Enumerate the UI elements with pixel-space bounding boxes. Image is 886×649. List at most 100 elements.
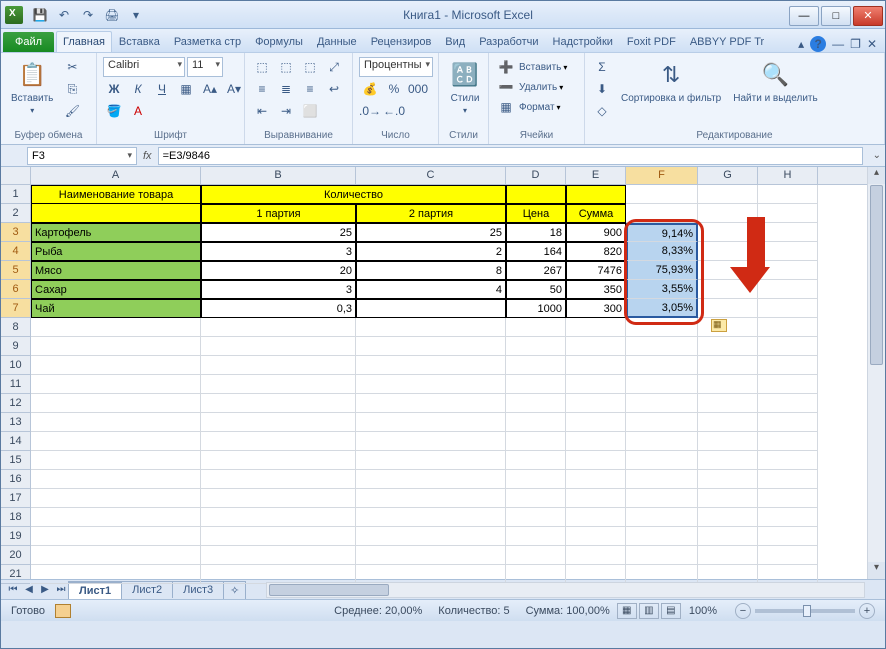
- cell[interactable]: [626, 451, 698, 470]
- cell[interactable]: 3: [201, 280, 356, 299]
- row-header-20[interactable]: 20: [1, 546, 30, 565]
- scroll-up-icon[interactable]: ▴: [868, 167, 885, 184]
- cell[interactable]: [356, 489, 506, 508]
- font-color-button[interactable]: A: [127, 101, 149, 121]
- cell[interactable]: [31, 413, 201, 432]
- cell[interactable]: [758, 470, 818, 489]
- cell[interactable]: [758, 451, 818, 470]
- cell[interactable]: 1 партия: [201, 204, 356, 223]
- cell[interactable]: [698, 375, 758, 394]
- cell[interactable]: [758, 375, 818, 394]
- expand-formula-icon[interactable]: ⌄: [873, 150, 881, 161]
- page-break-view-icon[interactable]: ▤: [661, 603, 681, 619]
- cell[interactable]: [698, 337, 758, 356]
- bold-button[interactable]: Ж: [103, 79, 125, 99]
- cell[interactable]: [31, 489, 201, 508]
- underline-button[interactable]: Ч: [151, 79, 173, 99]
- column-header-E[interactable]: E: [566, 167, 626, 184]
- cell[interactable]: [506, 546, 566, 565]
- row-header-3[interactable]: 3: [1, 223, 30, 242]
- cell[interactable]: 1000: [506, 299, 566, 318]
- cell[interactable]: [626, 527, 698, 546]
- cell[interactable]: [31, 451, 201, 470]
- cell[interactable]: [626, 337, 698, 356]
- cell[interactable]: [758, 356, 818, 375]
- align-bottom-icon[interactable]: ⬚: [299, 57, 321, 77]
- cell[interactable]: [506, 318, 566, 337]
- wrap-text-icon[interactable]: ↩: [323, 79, 345, 99]
- cell[interactable]: [31, 204, 201, 223]
- cell[interactable]: [626, 318, 698, 337]
- format-painter-icon[interactable]: 🖌: [61, 101, 83, 121]
- number-format-combo[interactable]: Процентны: [359, 57, 433, 77]
- cell[interactable]: [566, 394, 626, 413]
- row-header-16[interactable]: 16: [1, 470, 30, 489]
- column-header-A[interactable]: A: [31, 167, 201, 184]
- cell[interactable]: [31, 565, 201, 584]
- scroll-down-icon[interactable]: ▾: [868, 562, 885, 579]
- delete-cells-icon[interactable]: ➖: [495, 77, 517, 97]
- cell[interactable]: [356, 470, 506, 489]
- row-header-5[interactable]: 5: [1, 261, 30, 280]
- cell[interactable]: [698, 299, 758, 318]
- cell[interactable]: [626, 185, 698, 204]
- vertical-scrollbar[interactable]: ▴ ▾: [867, 167, 885, 579]
- cell[interactable]: [566, 337, 626, 356]
- cell[interactable]: [566, 185, 626, 204]
- cell[interactable]: Картофель: [31, 223, 201, 242]
- cell[interactable]: [566, 432, 626, 451]
- doc-close-icon[interactable]: ✕: [867, 37, 877, 51]
- cell[interactable]: [758, 299, 818, 318]
- tab-layout[interactable]: Разметка стр: [167, 31, 248, 52]
- cell[interactable]: [626, 394, 698, 413]
- merge-button[interactable]: ⬜: [299, 101, 321, 121]
- align-middle-icon[interactable]: ⬚: [275, 57, 297, 77]
- insert-cells-icon[interactable]: ➕: [495, 57, 517, 77]
- cell[interactable]: [201, 318, 356, 337]
- format-button[interactable]: Формат: [519, 102, 555, 113]
- cell[interactable]: [201, 356, 356, 375]
- cell[interactable]: [506, 432, 566, 451]
- cell[interactable]: [356, 527, 506, 546]
- grow-font-icon[interactable]: A▴: [199, 79, 221, 99]
- cell[interactable]: 25: [356, 223, 506, 242]
- cell[interactable]: [356, 356, 506, 375]
- cell[interactable]: 50: [506, 280, 566, 299]
- cell[interactable]: 20: [201, 261, 356, 280]
- minimize-ribbon-icon[interactable]: ▴: [798, 37, 804, 51]
- worksheet-grid[interactable]: ABCDEFGH 1234567891011121314151617181920…: [1, 167, 885, 579]
- autofill-options-icon[interactable]: [711, 319, 727, 332]
- first-sheet-icon[interactable]: ⏮: [5, 584, 21, 595]
- cell[interactable]: [356, 337, 506, 356]
- row-header-10[interactable]: 10: [1, 356, 30, 375]
- scroll-thumb[interactable]: [870, 185, 883, 365]
- cell[interactable]: 350: [566, 280, 626, 299]
- font-name-combo[interactable]: Calibri: [103, 57, 185, 77]
- cell[interactable]: 3: [201, 242, 356, 261]
- cell[interactable]: 2: [356, 242, 506, 261]
- cell[interactable]: [626, 508, 698, 527]
- cell[interactable]: Сахар: [31, 280, 201, 299]
- orientation-icon[interactable]: ⤢: [323, 57, 345, 77]
- cell[interactable]: 75,93%: [626, 261, 698, 280]
- view-buttons[interactable]: ▦ ▥ ▤: [618, 603, 681, 619]
- cell[interactable]: [201, 451, 356, 470]
- cell[interactable]: Мясо: [31, 261, 201, 280]
- cell[interactable]: [698, 527, 758, 546]
- cell[interactable]: [626, 356, 698, 375]
- doc-minimize-icon[interactable]: —: [832, 37, 844, 51]
- cell[interactable]: [566, 489, 626, 508]
- cell[interactable]: [566, 527, 626, 546]
- cell[interactable]: [506, 375, 566, 394]
- shrink-font-icon[interactable]: A▾: [223, 79, 245, 99]
- cell[interactable]: [758, 489, 818, 508]
- horizontal-scrollbar[interactable]: [266, 582, 865, 598]
- cut-icon[interactable]: ✂: [61, 57, 83, 77]
- cell[interactable]: [356, 432, 506, 451]
- cell[interactable]: [758, 413, 818, 432]
- file-tab[interactable]: Файл: [3, 32, 54, 52]
- save-icon[interactable]: 💾: [29, 4, 51, 26]
- cell[interactable]: [566, 375, 626, 394]
- tab-developer[interactable]: Разработчи: [472, 31, 545, 52]
- cell[interactable]: [506, 451, 566, 470]
